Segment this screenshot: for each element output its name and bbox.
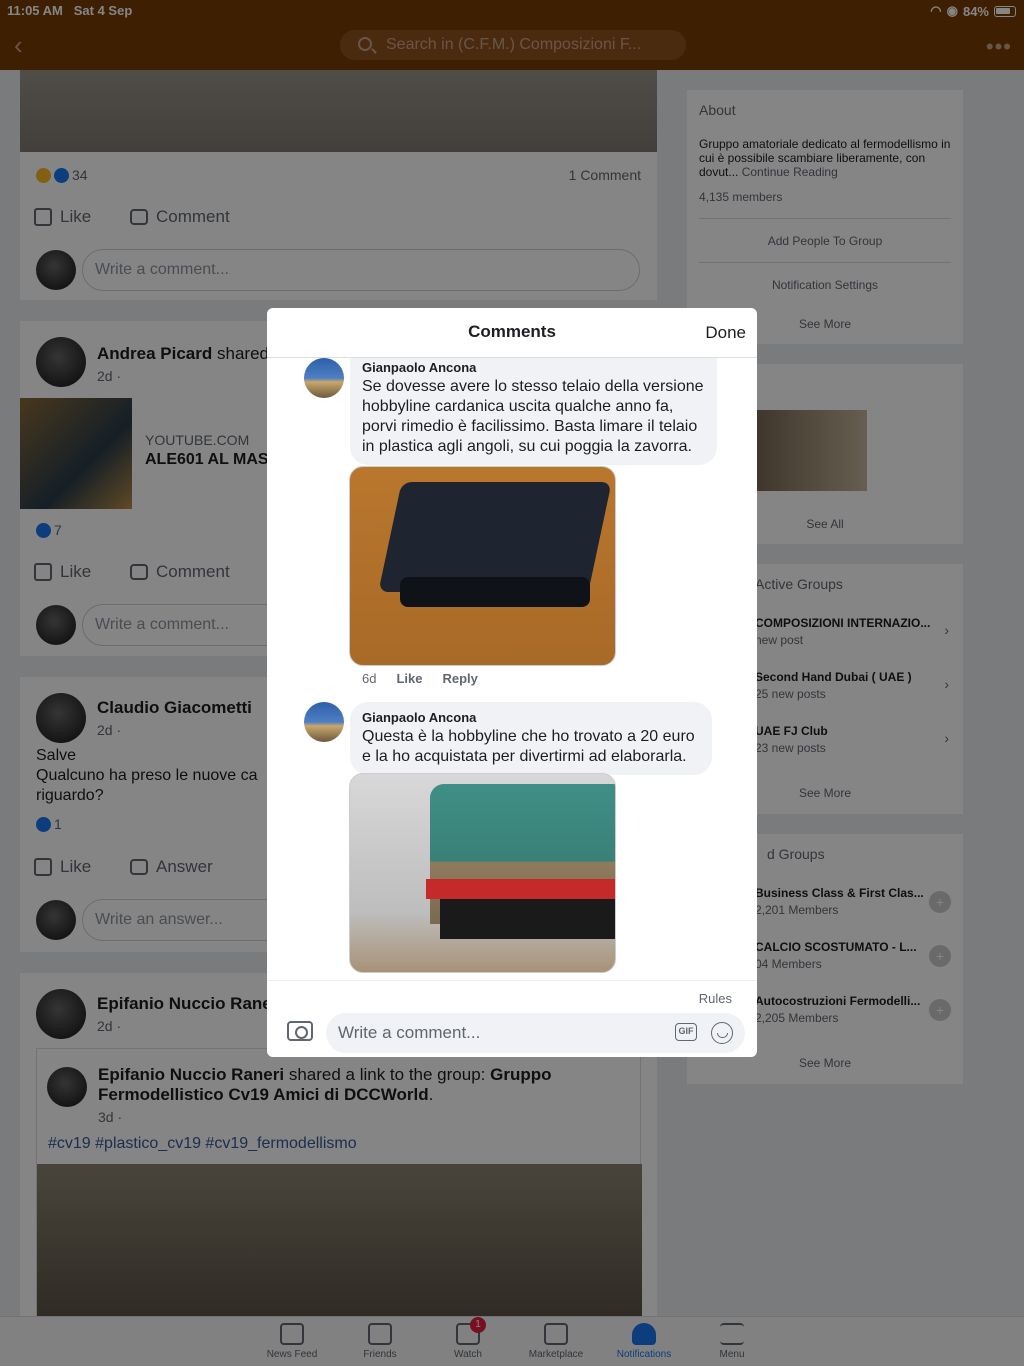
- commenter-avatar[interactable]: [304, 702, 344, 742]
- comment-time: 6d: [362, 671, 377, 686]
- locomotive-chassis-image: [378, 482, 612, 592]
- comment-composer: Rules Write a comment... GIF: [267, 980, 757, 1057]
- comment-author[interactable]: Gianpaolo Ancona: [362, 360, 705, 375]
- emoji-icon[interactable]: [711, 1022, 733, 1044]
- done-button[interactable]: Done: [705, 323, 746, 343]
- comment-reply-button[interactable]: Reply: [442, 671, 477, 686]
- comment-text: Questa è la hobbyline che ho trovato a 2…: [362, 728, 695, 765]
- modal-title: Comments: [468, 322, 556, 341]
- comment-photo[interactable]: [349, 773, 616, 973]
- gif-icon[interactable]: GIF: [675, 1023, 697, 1041]
- chassis-base-image: [400, 577, 590, 607]
- comment-input[interactable]: Write a comment... GIF: [326, 1013, 745, 1053]
- locomotive-buffer-beam-image: [426, 879, 615, 899]
- rules-link[interactable]: Rules: [699, 991, 732, 1006]
- comment-meta: 6d Like Reply: [362, 671, 478, 686]
- comment-input-placeholder: Write a comment...: [338, 1023, 481, 1042]
- comment-author[interactable]: Gianpaolo Ancona: [362, 710, 700, 725]
- comments-list[interactable]: Gianpaolo Ancona Se dovesse avere lo ste…: [267, 358, 757, 980]
- comments-modal: Comments Done Gianpaolo Ancona Se dovess…: [267, 308, 757, 1057]
- commenter-avatar[interactable]: [304, 358, 344, 398]
- comment-photo[interactable]: [349, 466, 616, 666]
- camera-icon[interactable]: [287, 1021, 313, 1041]
- locomotive-bogie-image: [440, 899, 615, 939]
- comment-like-button[interactable]: Like: [396, 671, 422, 686]
- modal-header: Comments Done: [267, 308, 757, 358]
- comment-text: Se dovesse avere lo stesso telaio della …: [362, 378, 704, 455]
- comment-bubble[interactable]: Gianpaolo Ancona Questa è la hobbyline c…: [350, 702, 712, 775]
- comment-bubble[interactable]: Gianpaolo Ancona Se dovesse avere lo ste…: [350, 358, 717, 465]
